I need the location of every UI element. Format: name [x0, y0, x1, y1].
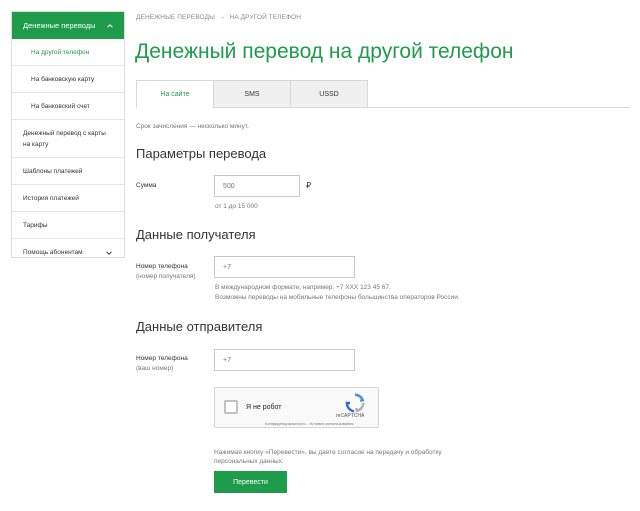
breadcrumb-separator: →: [218, 14, 226, 21]
recipient-phone-input[interactable]: [214, 256, 355, 278]
sidebar-header-label: Денежные переводы: [23, 21, 96, 30]
section-heading-sender: Данные отправителя: [136, 319, 263, 334]
breadcrumb: ДЕНЕЖНЫЕ ПЕРЕВОДЫ → НА ДРУГОЙ ТЕЛЕФОН: [136, 14, 301, 21]
section-heading-transfer-params: Параметры перевода: [136, 146, 267, 161]
section-heading-recipient: Данные получателя: [136, 227, 256, 242]
sidebar-item-tariffs[interactable]: Тарифы: [12, 212, 124, 239]
sidebar-item-bank-account[interactable]: На банковский счет: [12, 93, 124, 120]
tab-ussd[interactable]: USSD: [290, 80, 368, 108]
amount-label: Сумма: [136, 182, 157, 189]
sidebar-item-other-phone[interactable]: На другой телефон: [12, 39, 124, 66]
breadcrumb-item-current: НА ДРУГОЙ ТЕЛЕФОН: [229, 14, 302, 21]
consent-text: Нажимая кнопку «Перевести», вы даете сог…: [214, 449, 442, 465]
sidebar-header-money-transfers[interactable]: Денежные переводы: [12, 12, 124, 39]
sidebar-item-card-to-card[interactable]: Денежный перевод с карты на карту: [12, 120, 124, 158]
recipient-phone-sublabel: (номер получателя): [136, 273, 196, 280]
sender-phone-sublabel: (ваш номер): [136, 365, 174, 372]
recaptcha-label: Я не робот: [246, 404, 282, 411]
recaptcha-links[interactable]: Конфиденциальность - Условия использован…: [265, 421, 354, 426]
recaptcha-logo-icon: [345, 393, 365, 413]
sidebar-item-history[interactable]: История платежей: [12, 185, 124, 212]
sender-phone-input[interactable]: [214, 349, 355, 371]
tab-website[interactable]: На сайте: [136, 80, 214, 108]
amount-input[interactable]: [214, 175, 300, 197]
recaptcha-checkbox[interactable]: [224, 400, 238, 414]
breadcrumb-item-money-transfers[interactable]: ДЕНЕЖНЫЕ ПЕРЕВОДЫ: [136, 14, 215, 21]
sidebar-item-help-label: Помощь абонентам: [23, 249, 83, 256]
submit-transfer-button[interactable]: Перевести: [214, 471, 287, 493]
currency-symbol: ₽: [306, 181, 312, 190]
sidebar-item-bank-card[interactable]: На банковскую карту: [12, 66, 124, 93]
chevron-up-icon: [107, 23, 113, 28]
recaptcha-brand: reCAPTCHA: [336, 413, 365, 419]
sidebar: Денежные переводы На другой телефон На б…: [11, 11, 125, 258]
page-title: Денежный перевод на другой телефон: [135, 40, 514, 63]
recipient-operators-note: Возможны переводы на мобильные телефоны …: [215, 294, 460, 301]
recipient-phone-label: Номер телефона (номер получателя): [136, 262, 196, 282]
sender-phone-label-text: Номер телефона: [136, 355, 188, 362]
tabs: На сайте SMS USSD: [136, 80, 368, 108]
sender-phone-label: Номер телефона (ваш номер): [136, 354, 188, 374]
chevron-down-icon: [106, 250, 112, 255]
transfer-time-hint: Срок зачисления — несколько минут.: [136, 123, 249, 130]
amount-range-note: от 1 до 15 000: [215, 203, 258, 210]
sidebar-item-help[interactable]: Помощь абонентам: [12, 239, 124, 266]
tab-sms[interactable]: SMS: [213, 80, 291, 108]
recipient-phone-label-text: Номер телефона: [136, 263, 188, 270]
sidebar-item-templates[interactable]: Шаблоны платежей: [12, 158, 124, 185]
recaptcha-widget: Я не робот reCAPTCHA Конфиденциальность …: [214, 387, 379, 428]
